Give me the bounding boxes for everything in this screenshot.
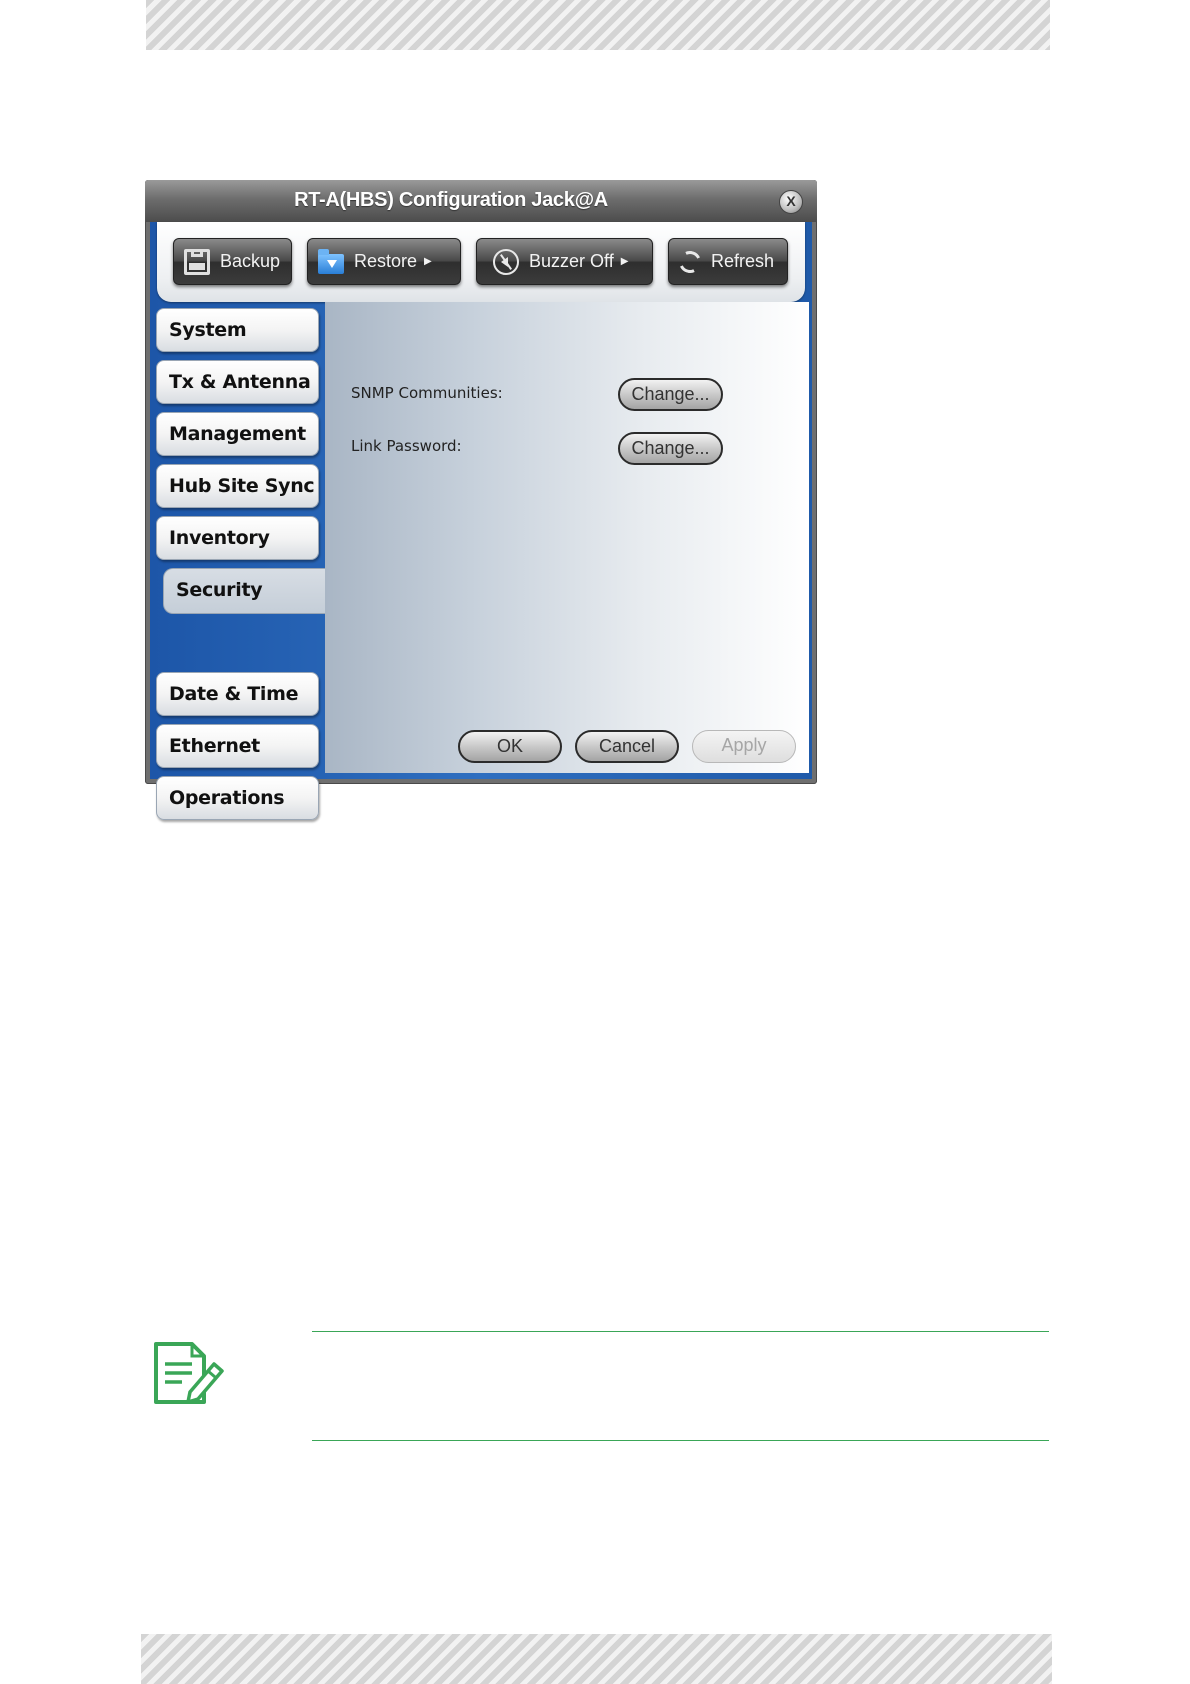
tab-management[interactable]: Management <box>156 412 319 456</box>
chevron-right-icon: ▶ <box>424 256 432 267</box>
refresh-icon <box>675 247 705 276</box>
cancel-button[interactable]: Cancel <box>575 730 679 763</box>
tab-ethernet[interactable]: Ethernet <box>156 724 319 768</box>
refresh-button[interactable]: Refresh <box>668 238 788 285</box>
chevron-right-icon: ▶ <box>620 256 629 267</box>
ok-button[interactable]: OK <box>458 730 562 763</box>
dialog-titlebar[interactable]: RT-A(HBS) Configuration Jack@A X <box>145 180 817 222</box>
note-top-rule <box>312 1331 1049 1332</box>
restore-button[interactable]: Restore ▶ <box>307 238 461 285</box>
note-edit-icon <box>154 1342 224 1404</box>
tab-tx-antenna[interactable]: Tx & Antenna <box>156 360 319 404</box>
footer-hatch-band <box>141 1634 1052 1684</box>
tab-operations[interactable]: Operations <box>156 776 319 820</box>
header-hatch-band <box>146 0 1050 50</box>
dialog-title: RT-A(HBS) Configuration Jack@A <box>294 189 608 211</box>
restore-button-label: Restore <box>354 251 418 271</box>
tab-hub-site-sync[interactable]: Hub Site Sync <box>156 464 319 508</box>
speaker-mute-icon <box>493 248 519 275</box>
apply-button: Apply <box>692 730 796 763</box>
close-button[interactable]: X <box>779 190 803 214</box>
buzzer-off-button[interactable]: Buzzer Off ▶ <box>476 238 653 285</box>
tab-security[interactable]: Security <box>163 568 325 614</box>
note-bottom-rule <box>312 1440 1049 1441</box>
security-panel: SNMP Communities: Change... Link Passwor… <box>325 302 809 773</box>
snmp-communities-label: SNMP Communities: <box>351 384 503 402</box>
snmp-change-button[interactable]: Change... <box>618 378 723 411</box>
buzzer-off-button-label: Buzzer Off <box>529 251 614 271</box>
refresh-button-label: Refresh <box>711 251 775 271</box>
link-password-label: Link Password: <box>351 437 462 455</box>
tab-date-time[interactable]: Date & Time <box>156 672 319 716</box>
toolbar: Backup Restore ▶ Buzzer Off ▶ Refresh <box>157 222 805 302</box>
backup-button[interactable]: Backup <box>173 238 292 285</box>
floppy-disk-icon <box>184 248 210 275</box>
backup-button-label: Backup <box>220 251 281 271</box>
configuration-dialog: RT-A(HBS) Configuration Jack@A X Backup … <box>145 180 817 820</box>
tab-system[interactable]: System <box>156 308 319 352</box>
folder-icon <box>318 248 344 274</box>
tab-inventory[interactable]: Inventory <box>156 516 319 560</box>
link-password-change-button[interactable]: Change... <box>618 432 723 465</box>
